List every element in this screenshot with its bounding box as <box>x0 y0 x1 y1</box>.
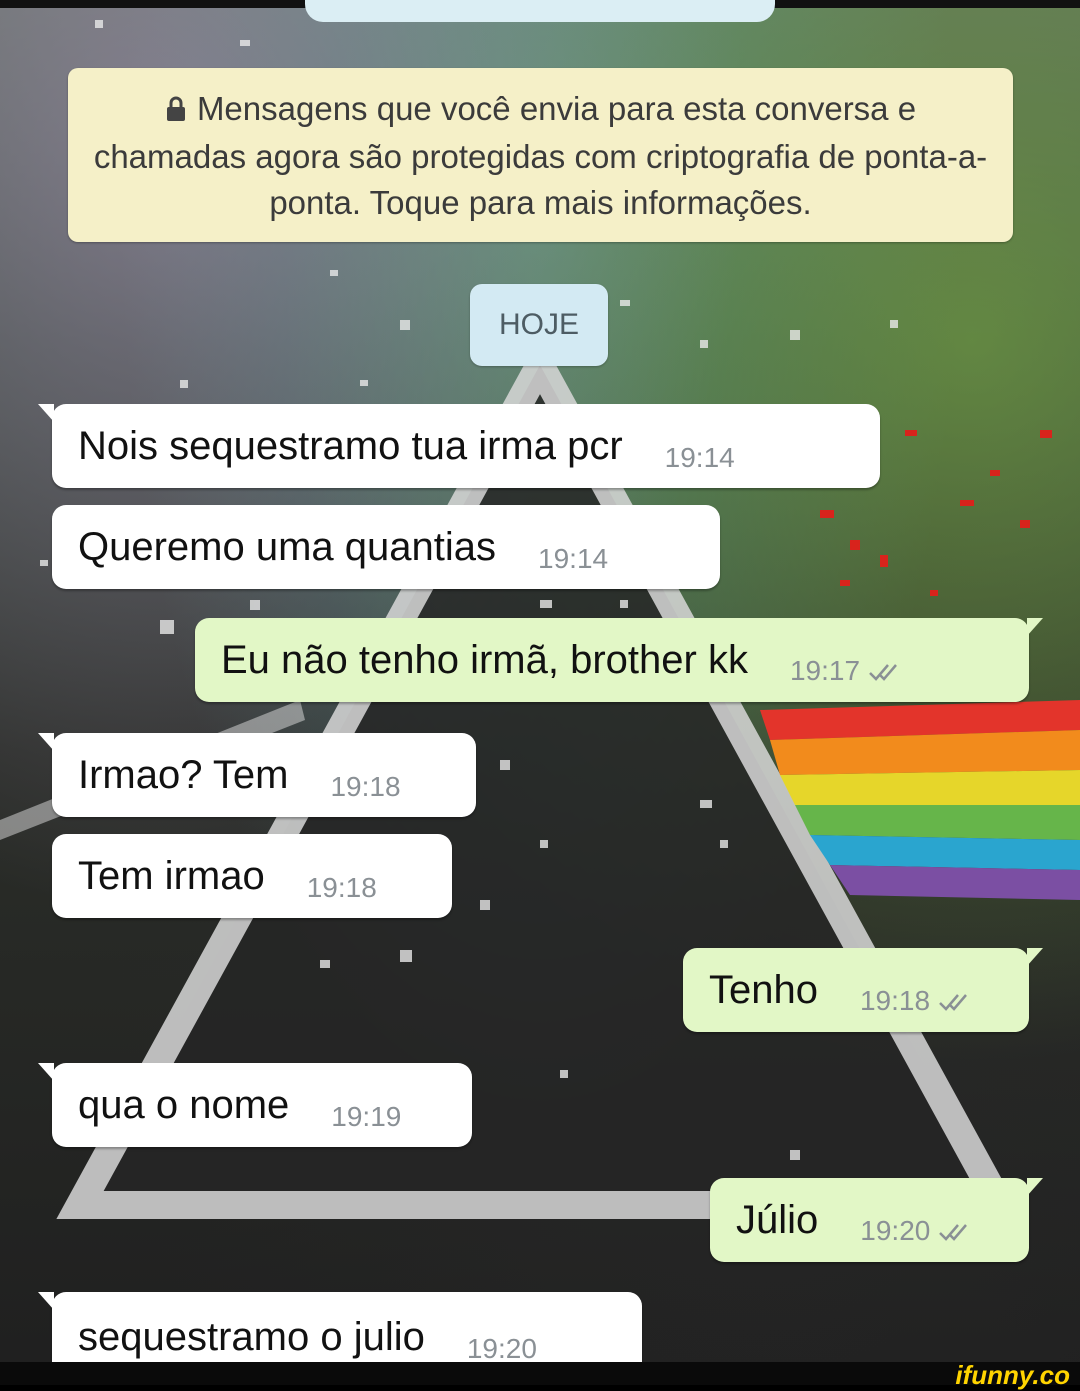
bubble-tail <box>38 733 54 751</box>
message-bubble-incoming[interactable]: qua o nome 19:19 <box>38 1063 472 1147</box>
message-bubble-outgoing[interactable]: Eu não tenho irmã, brother kk 19:17 <box>195 618 1043 702</box>
encryption-notice-text: Mensagens que você envia para esta conve… <box>93 90 988 222</box>
bubble-tail <box>38 1292 54 1310</box>
bubble-tail <box>38 404 54 422</box>
message-text: Irmao? Tem <box>78 752 289 797</box>
message-time: 19:20 <box>466 1333 537 1362</box>
message-text: Júlio <box>736 1197 819 1242</box>
bubble-tail <box>1027 618 1043 636</box>
bubble-tail <box>1027 1178 1043 1196</box>
message-bubble-incoming[interactable]: Tem irmao 19:18 <box>52 834 452 918</box>
date-chip-label: HOJE <box>498 308 579 341</box>
double-check-icon <box>938 987 972 1019</box>
message-bubble-outgoing[interactable]: Tenho 19:18 <box>683 948 1043 1032</box>
message-time: 19:19 <box>331 1101 402 1132</box>
message-time: 19:18 <box>860 985 972 1019</box>
message-time: 19:20 <box>860 1215 972 1249</box>
message-bubble-incoming[interactable]: Irmao? Tem 19:18 <box>38 733 476 817</box>
chat-screen: Mensagens que você envia para esta conve… <box>0 0 1080 1362</box>
date-chip: HOJE <box>470 284 608 366</box>
message-time-value: 19:20 <box>860 1215 931 1247</box>
lock-icon <box>165 88 187 134</box>
message-text: Eu não tenho irmã, brother kk <box>221 637 748 682</box>
message-bubble-incoming[interactable]: Nois sequestramo tua irma pcr 19:14 <box>38 404 880 488</box>
message-text: Nois sequestramo tua irma pcr <box>78 423 623 468</box>
message-text: Tem irmao <box>78 853 265 898</box>
message-bubble-outgoing[interactable]: Júlio 19:20 <box>710 1178 1043 1262</box>
message-text: qua o nome <box>78 1082 290 1127</box>
message-text: sequestramo o julio <box>78 1314 425 1359</box>
double-check-icon <box>868 657 902 689</box>
message-text: Queremo uma quantias <box>78 524 497 569</box>
message-time-value: 19:18 <box>859 985 931 1017</box>
message-time: 19:14 <box>664 442 735 473</box>
message-time: 19:18 <box>306 872 377 903</box>
message-time-value: 19:17 <box>789 655 861 687</box>
message-text: Tenho <box>709 967 818 1012</box>
bubble-tail <box>38 1063 54 1081</box>
message-bubble-incoming[interactable]: sequestramo o julio 19:20 <box>38 1292 642 1362</box>
message-time: 19:17 <box>790 655 902 689</box>
bottom-bar <box>0 1362 1080 1385</box>
watermark-logo: ifunny.co <box>955 1360 1070 1390</box>
message-bubble-incoming[interactable]: Queremo uma quantias 19:14 <box>52 505 720 589</box>
encryption-notice[interactable]: Mensagens que você envia para esta conve… <box>68 68 1013 242</box>
previous-panel-edge <box>305 0 775 22</box>
double-check-icon <box>938 1217 972 1249</box>
message-time: 19:18 <box>330 771 401 802</box>
message-time: 19:14 <box>538 543 609 574</box>
bubble-tail <box>1027 948 1043 966</box>
